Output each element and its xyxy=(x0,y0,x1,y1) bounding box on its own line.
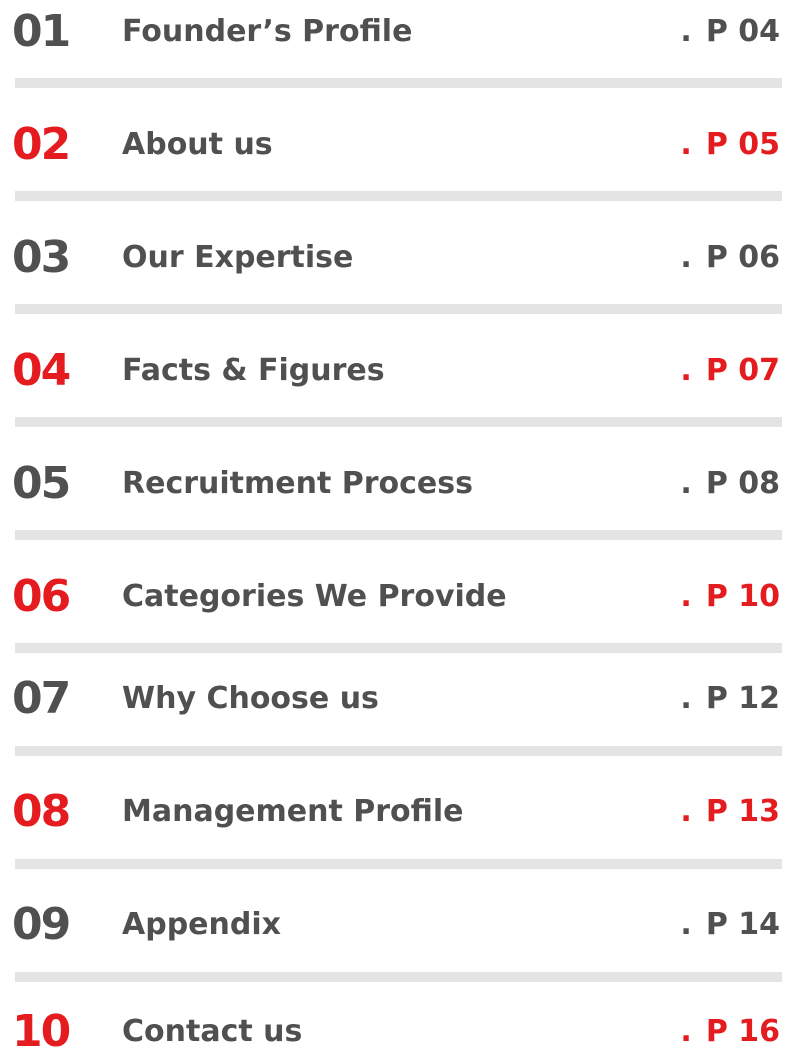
divider xyxy=(15,746,782,756)
page-number: P 12 xyxy=(705,681,780,716)
divider xyxy=(15,643,782,653)
entry-title: About us xyxy=(122,127,273,162)
divider xyxy=(15,530,782,540)
page-number: P 04 xyxy=(705,14,780,49)
toc-entry-contact-us[interactable]: 10 Contact us . P 16 xyxy=(0,1002,786,1062)
toc-entry-categories-we-provide[interactable]: 06 Categories We Provide . P 10 xyxy=(0,567,786,627)
entry-page-ref: . P 13 xyxy=(680,782,780,842)
page-number: P 05 xyxy=(705,127,780,162)
divider xyxy=(15,191,782,201)
leader-dot: . xyxy=(680,579,692,614)
entry-number: 07 xyxy=(12,673,71,724)
entry-number: 05 xyxy=(12,458,71,509)
toc-entry-appendix[interactable]: 09 Appendix . P 14 xyxy=(0,895,786,955)
entry-number: 03 xyxy=(12,232,71,283)
entry-page-ref: . P 08 xyxy=(680,454,780,514)
entry-number: 06 xyxy=(12,571,71,622)
entry-title: Why Choose us xyxy=(122,681,379,716)
entry-title: Recruitment Process xyxy=(122,466,473,501)
page-number: P 16 xyxy=(705,1014,780,1049)
page-number: P 06 xyxy=(705,240,780,275)
entry-title: Founder’s Profile xyxy=(122,14,413,49)
page-number: P 07 xyxy=(705,353,780,388)
entry-page-ref: . P 04 xyxy=(680,2,780,62)
entry-number: 01 xyxy=(12,6,71,57)
leader-dot: . xyxy=(680,907,692,942)
divider xyxy=(15,78,782,88)
toc-entry-facts-figures[interactable]: 04 Facts & Figures . P 07 xyxy=(0,341,786,401)
entry-number: 08 xyxy=(12,786,71,837)
leader-dot: . xyxy=(680,353,692,388)
leader-dot: . xyxy=(680,466,692,501)
entry-page-ref: . P 05 xyxy=(680,115,780,175)
toc-entry-about-us[interactable]: 02 About us . P 05 xyxy=(0,115,786,175)
entry-title: Contact us xyxy=(122,1014,303,1049)
entry-title: Facts & Figures xyxy=(122,353,385,388)
page-number: P 13 xyxy=(705,794,780,829)
divider xyxy=(15,417,782,427)
page-number: P 10 xyxy=(705,579,780,614)
entry-page-ref: . P 14 xyxy=(680,895,780,955)
page-number: P 14 xyxy=(705,907,780,942)
entry-title: Appendix xyxy=(122,907,281,942)
leader-dot: . xyxy=(680,240,692,275)
entry-title: Our Expertise xyxy=(122,240,354,275)
entry-page-ref: . P 06 xyxy=(680,228,780,288)
divider xyxy=(15,859,782,869)
entry-number: 04 xyxy=(12,345,71,396)
leader-dot: . xyxy=(680,1014,692,1049)
leader-dot: . xyxy=(680,681,692,716)
entry-number: 09 xyxy=(12,899,71,950)
entry-page-ref: . P 07 xyxy=(680,341,780,401)
toc-entry-why-choose-us[interactable]: 07 Why Choose us . P 12 xyxy=(0,669,786,729)
toc-entry-recruitment-process[interactable]: 05 Recruitment Process . P 08 xyxy=(0,454,786,514)
toc-entry-management-profile[interactable]: 08 Management Profile . P 13 xyxy=(0,782,786,842)
table-of-contents: 01 Founder’s Profile . P 04 02 About us .… xyxy=(0,0,786,1057)
divider xyxy=(15,972,782,982)
leader-dot: . xyxy=(680,794,692,829)
entry-title: Management Profile xyxy=(122,794,464,829)
page-number: P 08 xyxy=(705,466,780,501)
entry-number: 02 xyxy=(12,119,71,170)
leader-dot: . xyxy=(680,127,692,162)
entry-number: 10 xyxy=(12,1006,71,1057)
divider xyxy=(15,304,782,314)
leader-dot: . xyxy=(680,14,692,49)
entry-page-ref: . P 10 xyxy=(680,567,780,627)
toc-entry-founders-profile[interactable]: 01 Founder’s Profile . P 04 xyxy=(0,2,786,62)
entry-page-ref: . P 12 xyxy=(680,669,780,729)
entry-page-ref: . P 16 xyxy=(680,1002,780,1062)
toc-entry-our-expertise[interactable]: 03 Our Expertise . P 06 xyxy=(0,228,786,288)
entry-title: Categories We Provide xyxy=(122,579,507,614)
